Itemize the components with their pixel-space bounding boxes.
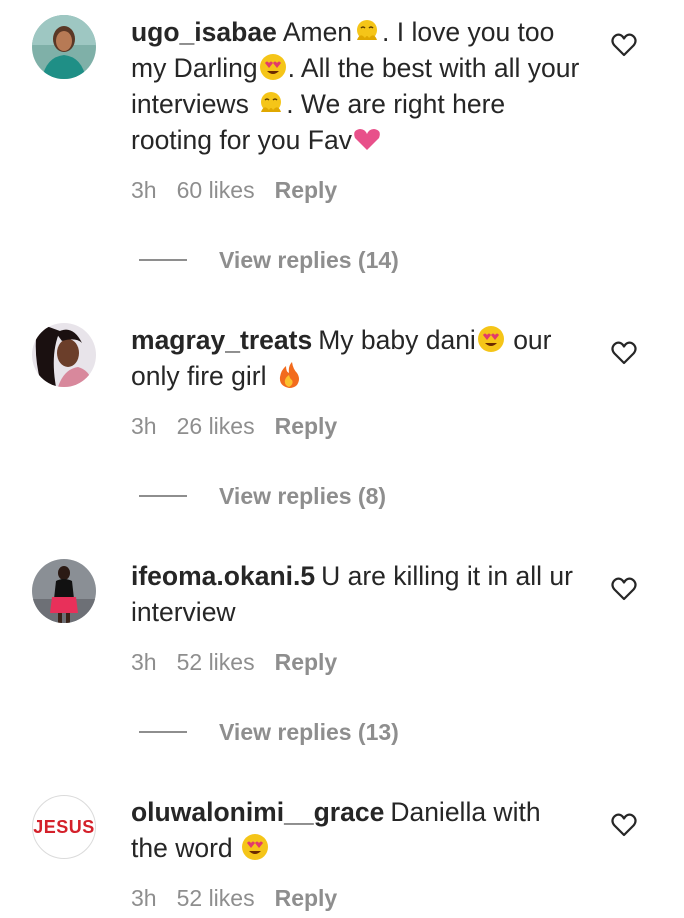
view-replies-label: View replies (8) bbox=[219, 482, 387, 509]
heart-outline-icon bbox=[611, 341, 637, 365]
profile-photo-icon bbox=[32, 323, 96, 387]
divider-line bbox=[139, 495, 187, 497]
comment-text: ugo_isabae Amen. I love you too my Darlin… bbox=[131, 14, 581, 158]
reply-button[interactable]: Reply bbox=[275, 885, 338, 911]
comment-time: 3h bbox=[131, 885, 157, 911]
divider-line bbox=[139, 731, 187, 733]
like-button[interactable] bbox=[610, 339, 638, 367]
view-replies-label: View replies (14) bbox=[219, 246, 399, 273]
like-button[interactable] bbox=[610, 575, 638, 603]
comment-text: oluwalonimi__grace Daniella with the word bbox=[131, 794, 581, 866]
comment-text: magray_treats My baby dani our only fire … bbox=[131, 322, 581, 394]
like-button[interactable] bbox=[610, 31, 638, 59]
profile-photo-icon bbox=[32, 559, 96, 623]
comment-likes[interactable]: 52 likes bbox=[177, 649, 255, 675]
heart-outline-icon bbox=[611, 33, 637, 57]
comment-likes[interactable]: 60 likes bbox=[177, 177, 255, 203]
comment-likes[interactable]: 52 likes bbox=[177, 885, 255, 911]
comment-meta: 3h 26 likes Reply bbox=[131, 413, 357, 440]
heart-outline-icon bbox=[611, 813, 637, 837]
comment-meta: 3h 60 likes Reply bbox=[131, 177, 357, 204]
heart-outline-icon bbox=[611, 577, 637, 601]
heart-eyes-emoji-icon bbox=[476, 324, 506, 354]
hands-emoji-icon bbox=[256, 88, 286, 118]
avatar[interactable] bbox=[32, 15, 96, 79]
comment-time: 3h bbox=[131, 649, 157, 675]
comment-meta: 3h 52 likes Reply bbox=[131, 885, 357, 912]
reply-button[interactable]: Reply bbox=[275, 177, 338, 203]
heart-eyes-emoji-icon bbox=[240, 832, 270, 862]
heart-eyes-emoji-icon bbox=[258, 52, 288, 82]
view-replies-label: View replies (13) bbox=[219, 718, 399, 745]
comment-time: 3h bbox=[131, 413, 157, 439]
divider-line bbox=[139, 259, 187, 261]
view-replies-button[interactable]: View replies (8) bbox=[139, 481, 386, 511]
comment-username[interactable]: magray_treats bbox=[131, 325, 312, 355]
reply-button[interactable]: Reply bbox=[275, 413, 338, 439]
comment-text: ifeoma.okani.5 U are killing it in all ur… bbox=[131, 558, 581, 630]
comment-username[interactable]: ugo_isabae bbox=[131, 17, 277, 47]
like-button[interactable] bbox=[610, 811, 638, 839]
avatar[interactable] bbox=[32, 559, 96, 623]
comment-segment: Amen bbox=[282, 17, 353, 47]
comment-likes[interactable]: 26 likes bbox=[177, 413, 255, 439]
fire-emoji-icon bbox=[274, 360, 304, 390]
comment-username[interactable]: oluwalonimi__grace bbox=[131, 797, 384, 827]
hands-emoji-icon bbox=[352, 16, 382, 46]
comment-segment: My baby dani bbox=[318, 325, 476, 355]
comment-time: 3h bbox=[131, 177, 157, 203]
pink-heart-emoji-icon bbox=[352, 124, 382, 154]
avatar[interactable]: JESUS bbox=[32, 795, 96, 859]
comment-username[interactable]: ifeoma.okani.5 bbox=[131, 561, 315, 591]
view-replies-button[interactable]: View replies (13) bbox=[139, 717, 399, 747]
avatar[interactable] bbox=[32, 323, 96, 387]
comment-meta: 3h 52 likes Reply bbox=[131, 649, 357, 676]
reply-button[interactable]: Reply bbox=[275, 649, 338, 675]
profile-photo-icon bbox=[32, 15, 96, 79]
jesus-logo-icon: JESUS bbox=[33, 816, 95, 837]
view-replies-button[interactable]: View replies (14) bbox=[139, 245, 399, 275]
